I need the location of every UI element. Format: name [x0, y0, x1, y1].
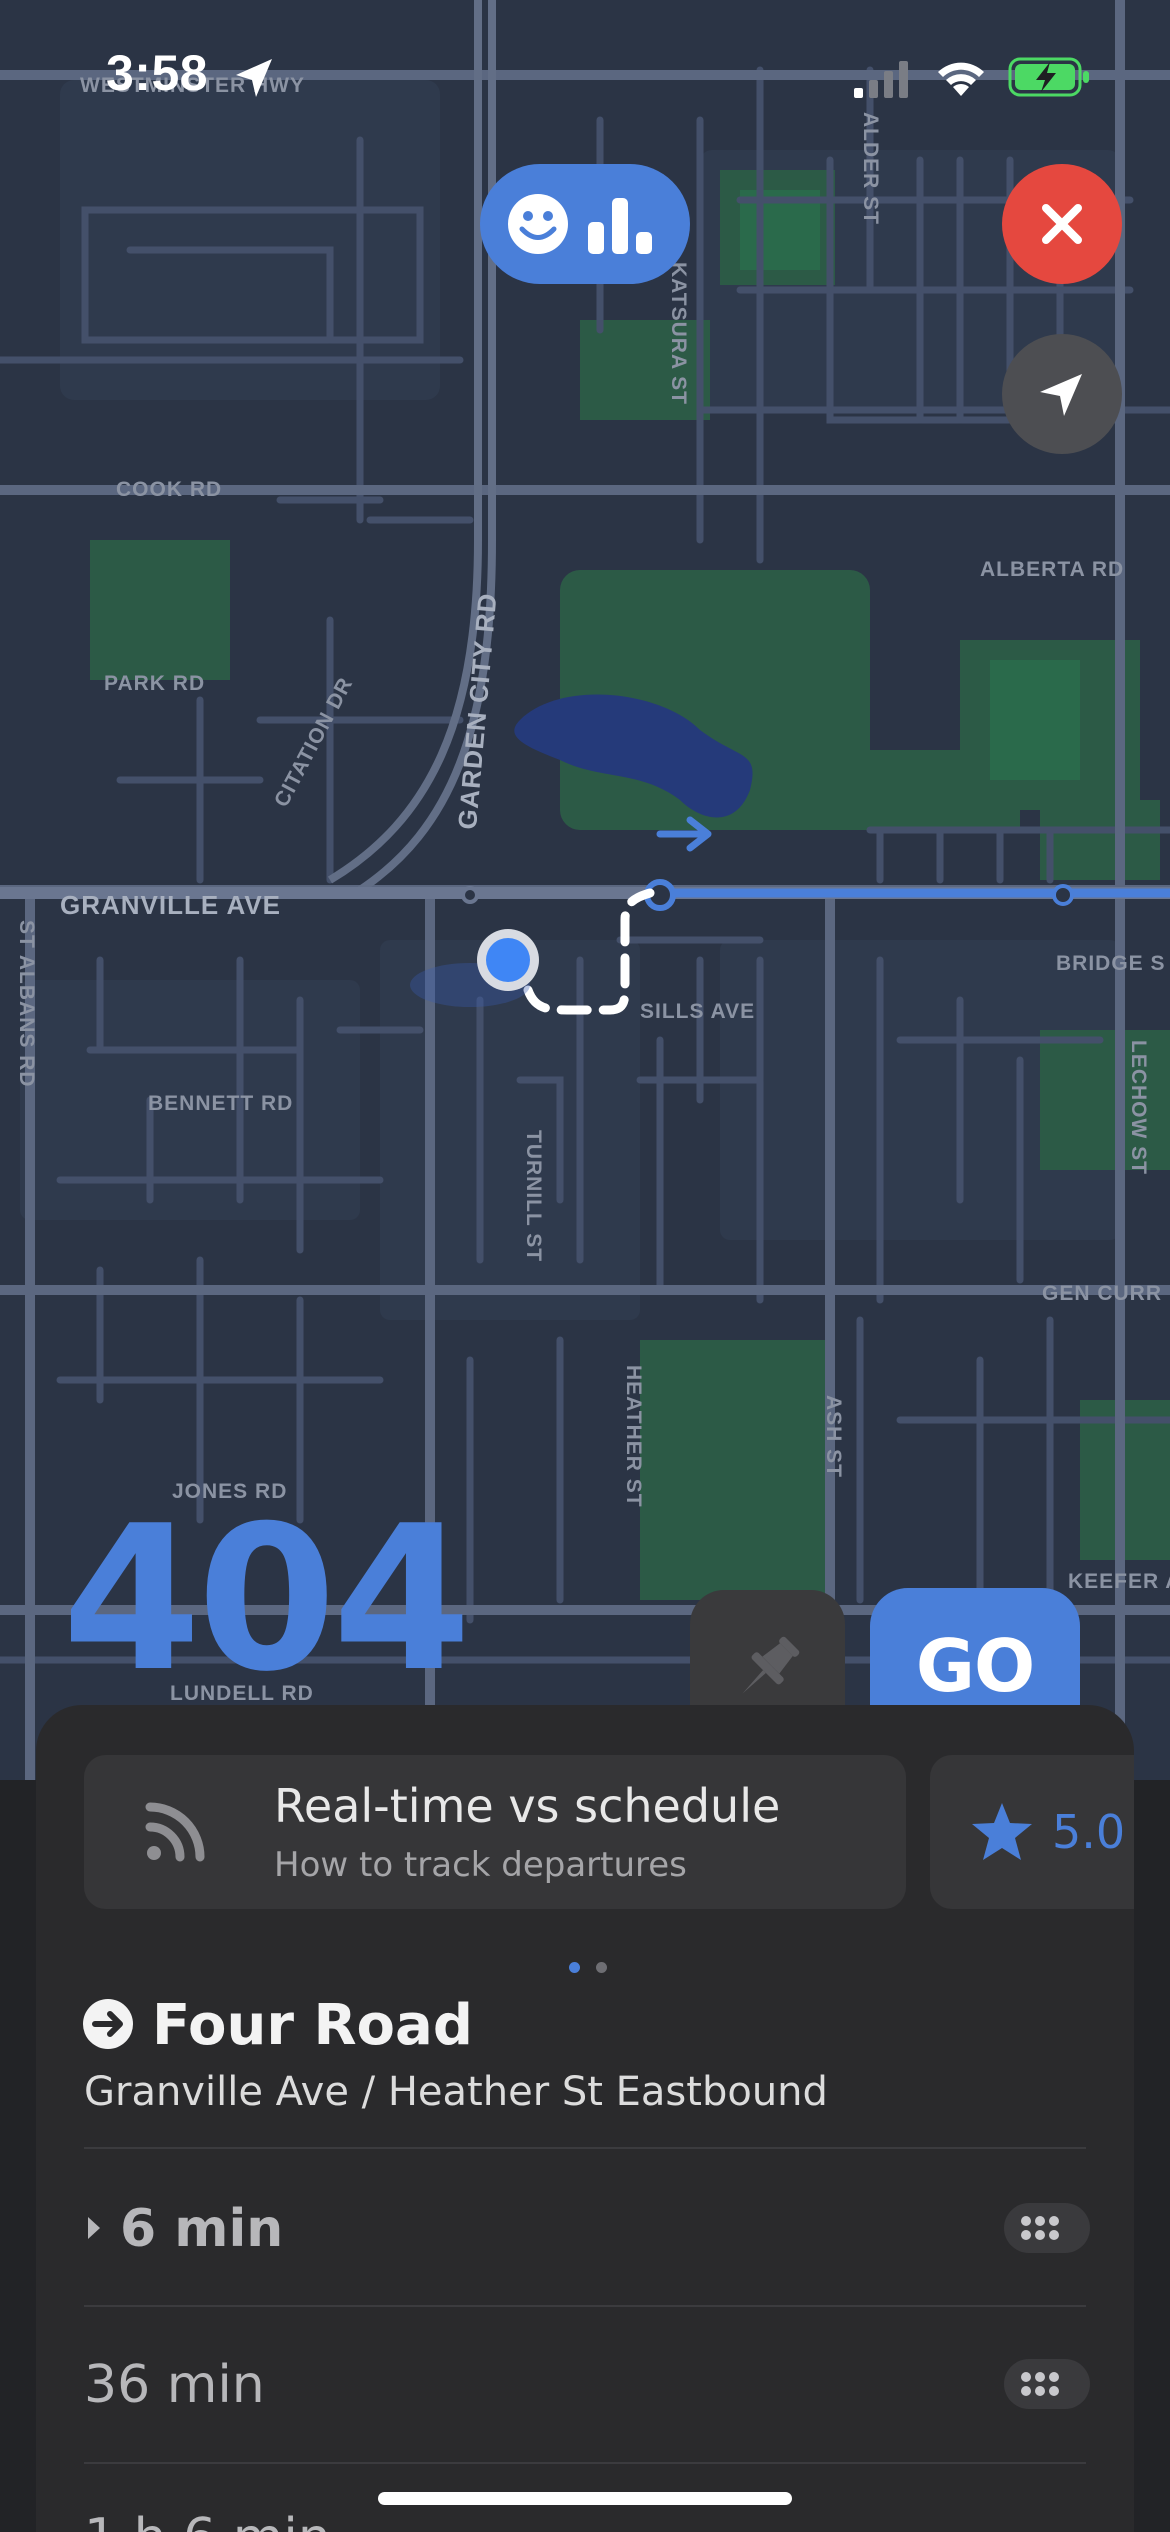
- street-label-sills: SILLS AVE: [640, 1000, 756, 1023]
- street-label-keefer: KEEFER A: [1068, 1570, 1170, 1593]
- status-time: 3:58: [106, 45, 209, 101]
- street-label-bridge: BRIDGE S: [1056, 952, 1166, 975]
- street-label-cook: COOK RD: [116, 478, 223, 501]
- street-label-lechow: LECHOW ST: [1127, 1040, 1150, 1175]
- recenter-location-button[interactable]: [1002, 334, 1122, 454]
- departure-time: 1 h 6 min: [84, 2508, 331, 2532]
- location-arrow-icon: [236, 59, 272, 97]
- rss-icon: [145, 1802, 205, 1862]
- departure-time: 6 min: [120, 2199, 284, 2259]
- feedback-stats-button[interactable]: [480, 164, 690, 284]
- departure-row[interactable]: 36 min: [36, 2305, 1134, 2461]
- street-label-park: PARK RD: [104, 672, 206, 695]
- page-dot-active: [569, 1962, 580, 1973]
- navigation-arrow-icon: [1040, 374, 1082, 416]
- dots-grid-icon: [1021, 2372, 1059, 2396]
- street-label-turnill: TURNILL ST: [522, 1130, 545, 1263]
- page-indicator: [561, 1958, 615, 1977]
- caret-right-icon: [88, 2217, 100, 2239]
- info-card-realtime[interactable]: Real-time vs schedule How to track depar…: [84, 1755, 906, 1909]
- pin-icon: [742, 1636, 800, 1694]
- street-label-st-albans: ST ALBANS RD: [15, 920, 38, 1088]
- departure-time: 36 min: [84, 2355, 265, 2415]
- street-label-granville: GRANVILLE AVE: [60, 890, 282, 920]
- departure-row[interactable]: 6 min: [36, 2149, 1134, 2305]
- route-number: 404: [62, 1483, 471, 1716]
- wifi-icon: [938, 62, 984, 96]
- more-button[interactable]: [1004, 2203, 1090, 2253]
- bottom-sheet[interactable]: Real-time vs schedule How to track depar…: [36, 1705, 1134, 2532]
- more-button[interactable]: [1004, 2359, 1090, 2409]
- card-title: Real-time vs schedule: [274, 1779, 781, 1833]
- street-label-bennett: BENNETT RD: [148, 1092, 294, 1115]
- battery-charging-icon: [1008, 57, 1089, 97]
- home-indicator[interactable]: [378, 2492, 792, 2505]
- arrow-circle-icon: [83, 1999, 133, 2049]
- street-label-alberta: ALBERTA RD: [980, 558, 1125, 581]
- bar-chart-icon: [588, 198, 652, 254]
- rating-value: 5.0: [1052, 1805, 1126, 1859]
- dots-grid-icon: [1021, 2216, 1059, 2240]
- signal-icon: [854, 61, 908, 98]
- street-label-heather: HEATHER ST: [622, 1365, 645, 1508]
- stop-location: Granville Ave / Heather St Eastbound: [84, 2069, 828, 2115]
- street-label-gen-curr: GEN CURR: [1042, 1282, 1163, 1305]
- street-label-ash: ASH ST: [822, 1395, 845, 1479]
- info-card-rating[interactable]: 5.0: [930, 1755, 1134, 1909]
- card-subtitle: How to track departures: [274, 1845, 687, 1885]
- close-icon: [1042, 204, 1082, 244]
- street-label-katsura: KATSURA ST: [667, 262, 690, 405]
- star-icon: [972, 1803, 1032, 1860]
- close-button[interactable]: [1002, 164, 1122, 284]
- smiley-icon: [508, 194, 568, 254]
- stop-name: Four Road: [152, 1993, 473, 2058]
- street-label-alder: ALDER ST: [859, 112, 882, 225]
- page-dot: [596, 1962, 607, 1973]
